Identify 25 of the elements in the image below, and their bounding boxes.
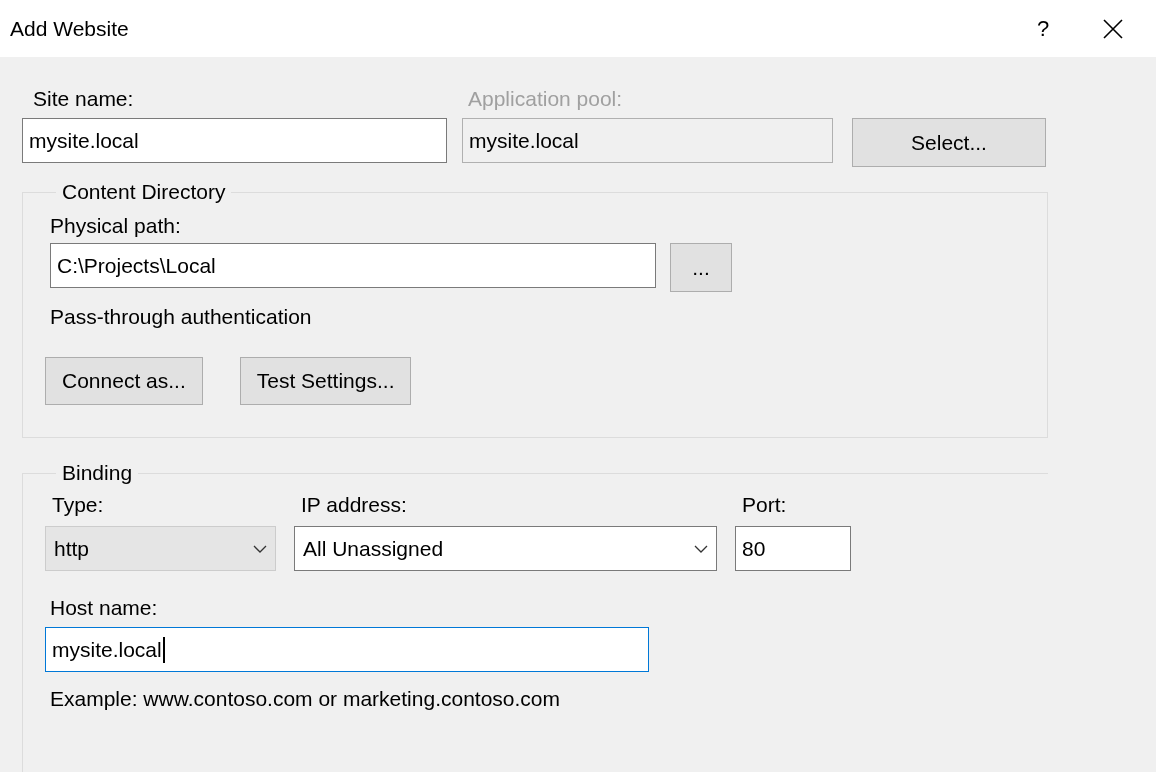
application-pool-label: Application pool: bbox=[468, 86, 624, 112]
example-text: Example: www.contoso.com or marketing.contoso.com bbox=[50, 686, 562, 712]
settings-button[interactable]: Test Settings... bbox=[239, 357, 412, 405]
type-label: Type: bbox=[52, 492, 105, 518]
type-dropdown[interactable]: http bbox=[45, 526, 276, 571]
host-name-field[interactable]: mysite.local bbox=[45, 627, 649, 672]
site-name-field[interactable]: mysite.local bbox=[22, 118, 447, 163]
close-icon bbox=[1103, 18, 1123, 39]
group-title: Content Directory bbox=[61, 179, 227, 205]
ip-address-dropdown[interactable]: All Unassigned bbox=[294, 526, 717, 571]
settings-button[interactable]: Connect as... bbox=[45, 357, 203, 405]
chevron-icon bbox=[694, 544, 708, 553]
port-label: Port: bbox=[742, 492, 788, 518]
group-title: Binding bbox=[61, 460, 134, 486]
browse-button[interactable]: ... bbox=[670, 243, 732, 292]
port-field[interactable]: 80 bbox=[735, 526, 851, 571]
physical-path-label: Physical path: bbox=[50, 213, 182, 239]
help-button[interactable]: ? bbox=[1020, 5, 1066, 52]
physical-path-field[interactable]: C:\Projects\Local bbox=[50, 243, 656, 288]
chevron-icon bbox=[253, 544, 267, 553]
ip-address-label: IP address: bbox=[301, 492, 408, 518]
authentication-text: Pass-through authentication bbox=[50, 304, 313, 330]
site-name-label: Site name: bbox=[33, 86, 135, 112]
window-title: Add Website bbox=[10, 16, 130, 41]
host-name-label: Host name: bbox=[50, 595, 159, 621]
